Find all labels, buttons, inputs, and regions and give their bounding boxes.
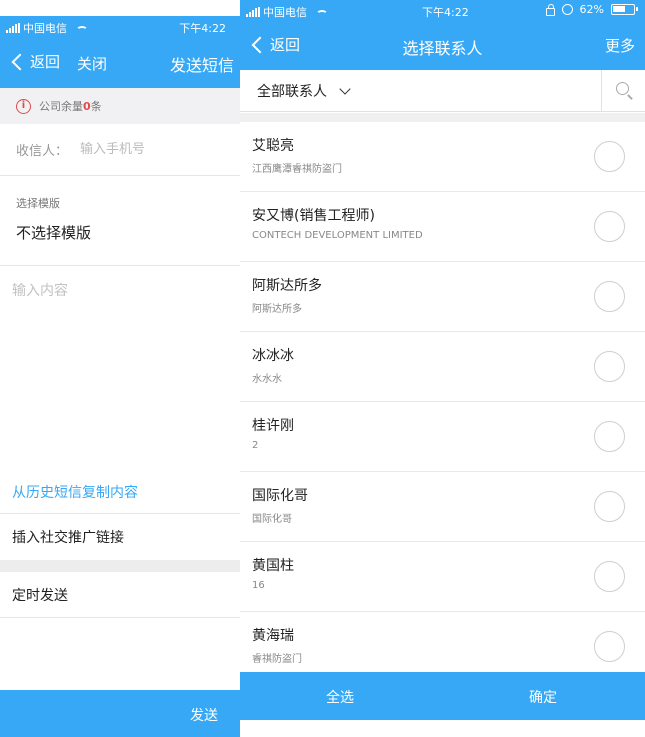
battery-icon [611,4,638,15]
contact-name: 阿斯达所多 [252,278,322,294]
contact-row[interactable]: 黄海瑞 睿祺防盗门 [240,612,645,672]
lock-icon [545,3,555,16]
carrier-label: 中国电信 [23,22,67,35]
contact-name: 冰冰冰 [252,348,294,364]
quota-unit: 条 [90,100,102,113]
send-sms-title-button[interactable]: 发送短信 [170,52,234,76]
select-radio-icon[interactable] [594,631,625,662]
wifi-icon [316,9,328,19]
select-radio-icon[interactable] [594,421,625,452]
select-radio-icon[interactable] [594,351,625,382]
message-content-input[interactable] [12,280,232,450]
battery-percent: 62% [579,3,604,16]
contact-company: 睿祺防盗门 [252,654,302,665]
search-icon [616,82,629,95]
send-label: 发送 [190,708,218,724]
status-time: 下午4:22 [422,6,469,19]
contact-row[interactable]: 桂许刚 2 [240,402,645,472]
alarm-icon [561,4,573,15]
contact-list: 艾聪亮江西鹰潭睿祺防盗门安又博(销售工程师) CONTECH DEVELOPMEN… [240,122,645,672]
contact-company: 16 [252,580,265,591]
contact-company: 2 [252,440,259,451]
quota-count: 0 [83,100,91,113]
navigation-bar: 返回 选择联系人 更多 [240,22,645,70]
timed-send-item[interactable]: 定时发送 [0,572,240,618]
signal-icon [246,7,260,17]
recipient-label: 收信人： [16,144,69,159]
page-title: 选择联系人 [402,39,483,58]
send-sms-screen: 中国电信 下午4:22 返回 关闭 发送短信 i 公司余量0条 收信人： 选择模… [0,0,240,737]
contact-row[interactable]: 安又博(销售工程师) CONTECH DEVELOPMENT LIMITED [240,192,645,262]
send-button[interactable]: 发送 [0,690,240,737]
contact-company: 国际化哥 [252,514,292,525]
contact-row[interactable]: 黄国柱 16 [240,542,645,612]
navigation-bar: 返回 关闭 发送短信 [0,38,240,88]
contact-name: 艾聪亮 [252,138,294,154]
chevron-left-icon [11,53,29,70]
chevron-down-icon [339,83,351,95]
select-contacts-screen: 中国电信 下午4:22 62% 返回 选择联系人 更多 全部联系人 艾聪亮江西鹰… [240,0,645,720]
close-button[interactable]: 关闭 [77,53,107,74]
select-radio-icon[interactable] [594,141,625,172]
section-divider [0,560,240,572]
search-button[interactable] [601,70,645,111]
quota-notice: i 公司余量0条 [0,88,240,124]
recipient-row: 收信人： [0,124,240,176]
contact-name: 安又博(销售工程师) [252,208,375,224]
contact-name: 黄国柱 [252,558,294,574]
content-area [0,266,240,466]
contact-row[interactable]: 国际化哥 国际化哥 [240,472,645,542]
contact-company: 水水水 [252,374,282,385]
contact-name: 国际化哥 [252,488,308,504]
template-caption: 选择模版 [16,197,60,210]
status-time: 下午4:22 [179,22,226,35]
back-button[interactable]: 返回 [10,51,60,72]
carrier-label: 中国电信 [263,6,307,19]
insert-social-link-item[interactable]: 插入社交推广链接 [0,514,240,560]
select-all-button[interactable]: 全选 [326,687,354,707]
select-radio-icon[interactable] [594,281,625,312]
info-icon: i [16,98,31,114]
dropdown-value: 全部联系人 [257,84,327,100]
contact-row[interactable]: 阿斯达所多 阿斯达所多 [240,262,645,332]
contact-company: 江西鹰潭睿祺防盗门 [252,164,342,175]
bottom-action-bar: 全选 确定 [240,672,645,720]
select-radio-icon[interactable] [594,211,625,242]
template-selector[interactable]: 选择模版 不选择模版 [0,176,240,266]
signal-icon [6,23,20,33]
back-label: 返回 [30,53,61,71]
contact-row[interactable]: 艾聪亮江西鹰潭睿祺防盗门 [240,122,645,192]
filter-bar: 全部联系人 [240,70,645,112]
template-value: 不选择模版 [16,224,92,242]
copy-from-history-link[interactable]: 从历史短信复制内容 [0,470,240,514]
contact-row[interactable]: 冰冰冰 水水水 [240,332,645,402]
phone-number-input[interactable] [80,142,201,157]
contact-name: 黄海瑞 [252,628,294,644]
select-radio-icon[interactable] [594,491,625,522]
contact-company: 阿斯达所多 [252,304,302,315]
more-button[interactable]: 更多 [605,35,635,56]
quota-label: 公司余量 [39,100,83,113]
contact-group-dropdown[interactable]: 全部联系人 [257,81,351,101]
wifi-icon [76,25,88,35]
section-divider [240,113,645,122]
status-bar: 中国电信 下午4:22 62% [240,0,645,22]
contact-company: CONTECH DEVELOPMENT LIMITED [252,230,423,241]
status-bar: 中国电信 下午4:22 [0,16,240,38]
contact-name: 桂许刚 [252,418,294,434]
confirm-button[interactable]: 确定 [529,687,557,707]
select-radio-icon[interactable] [594,561,625,592]
